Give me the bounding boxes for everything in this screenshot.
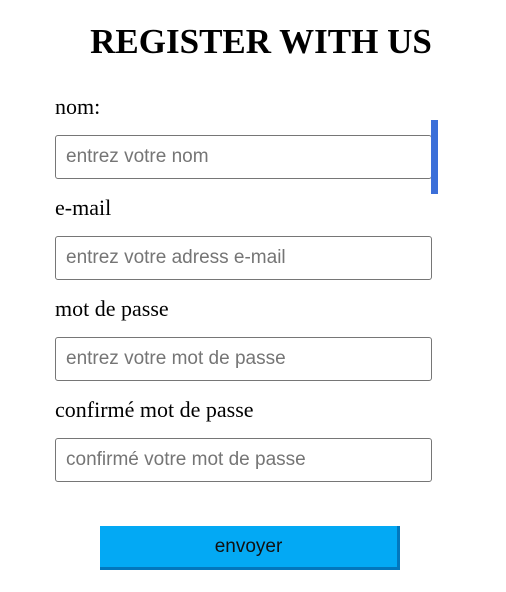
submit-button[interactable]: envoyer [100, 526, 400, 570]
password-input[interactable] [55, 337, 432, 381]
page-title: REGISTER WITH US [90, 22, 432, 61]
email-label: e-mail [55, 195, 112, 220]
confirm-password-label: confirmé mot de passe [55, 397, 254, 422]
email-input[interactable] [55, 236, 432, 280]
scroll-indicator [431, 120, 438, 194]
name-input[interactable] [55, 135, 432, 179]
password-label: mot de passe [55, 296, 169, 321]
name-label: nom: [55, 94, 101, 119]
confirm-password-input[interactable] [55, 438, 432, 482]
